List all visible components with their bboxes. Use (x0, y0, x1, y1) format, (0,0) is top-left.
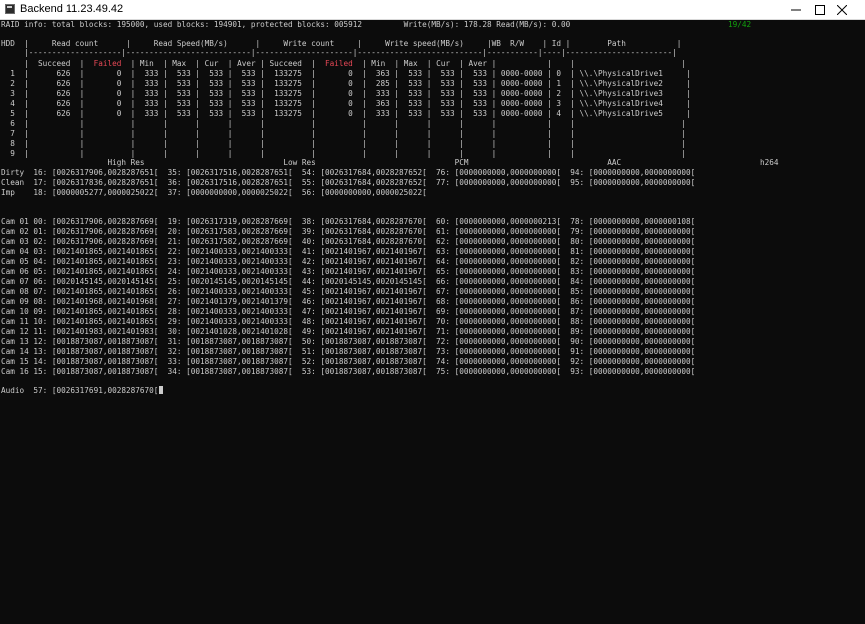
hdd-row: 5 | 626 | 0 | 333 | 533 | 533 | 533 | 13… (1, 109, 691, 118)
close-icon (837, 5, 847, 15)
audio-line: Audio 57: [0026317691,0028287670[ (1, 386, 164, 396)
cam-row: Cam 16 15: [0018873087,0018873087[ 34: [… (1, 367, 696, 376)
hdd-row: 1 | 626 | 0 | 333 | 533 | 533 | 533 | 13… (1, 69, 691, 78)
text-cursor (159, 386, 164, 394)
cam-row: Cam 14 13: [0018873087,0018873087[ 32: [… (1, 347, 696, 356)
hdd-row: 4 | 626 | 0 | 333 | 533 | 533 | 533 | 13… (1, 99, 691, 108)
subheader-part-1: | Succeed | (1, 59, 94, 68)
hdd-row: 6 | | | | | | | | | | | | | | | | (1, 119, 686, 128)
hdd-row: 3 | 626 | 0 | 333 | 533 | 533 | 533 | 13… (1, 89, 691, 98)
page-counter: 19/42 (728, 20, 752, 29)
cam-row: Cam 10 09: [0021401865,0021401865[ 28: [… (1, 307, 696, 316)
stream-row-clean: Clean 17: [0026317836,0028287651[ 36: [0… (1, 178, 696, 187)
cam-row: Cam 08 07: [0021401865,0021401865[ 26: [… (1, 287, 696, 296)
hdd-row: 8 | | | | | | | | | | | | | | | | (1, 139, 686, 148)
stream-header: High Res Low Res PCM AAC h264 (1, 158, 779, 167)
subheader-part-2: | Min | Max | Cur | Aver | Succeed | (121, 59, 326, 68)
cam-row: Cam 03 02: [0026317906,0028287669[ 21: [… (1, 237, 696, 246)
audio-text: Audio 57: [0026317691,0028287670[ (1, 386, 159, 395)
console-output[interactable]: RAID info: total blocks: 195000, used bl… (0, 20, 865, 624)
cam-row: Cam 02 01: [0026317906,0028287669[ 20: [… (1, 227, 696, 236)
cam-row: Cam 15 14: [0018873087,0018873087[ 33: [… (1, 357, 696, 366)
stream-row-imp: Imp 18: [0000005277,0000025022[ 37: [000… (1, 188, 427, 197)
cam-row: Cam 01 00: [0026317906,0028287669[ 19: [… (1, 217, 696, 226)
stream-row-dirty: Dirty 16: [0026317906,0028287651[ 35: [0… (1, 168, 696, 177)
cam-row: Cam 13 12: [0018873087,0018873087[ 31: [… (1, 337, 696, 346)
raid-info-line: RAID info: total blocks: 195000, used bl… (1, 20, 571, 29)
subheader-part-3: | Min | Max | Cur | Aver | | | | (352, 59, 687, 68)
hdd-table-subheader: | Succeed | Failed | Min | Max | Cur | A… (1, 59, 686, 69)
backend-window: Backend 11.23.49.42 RAID info: total blo… (0, 0, 865, 624)
hdd-table-divider: |--------------------|------------------… (1, 48, 677, 57)
hdd-row: 2 | 626 | 0 | 333 | 533 | 533 | 533 | 13… (1, 79, 691, 88)
hdd-row: 7 | | | | | | | | | | | | | | | | (1, 129, 686, 138)
cam-row: Cam 11 10: [0021401865,0021401865[ 29: [… (1, 317, 696, 326)
window-title: Backend 11.23.49.42 (20, 3, 124, 15)
title-bar[interactable]: Backend 11.23.49.42 (0, 0, 865, 20)
cam-row: Cam 06 05: [0021401865,0021401865[ 24: [… (1, 267, 696, 276)
close-button[interactable] (819, 0, 865, 19)
read-failed-header: Failed (93, 59, 122, 68)
write-failed-header: Failed (325, 59, 353, 68)
cam-row: Cam 07 06: [0020145145,0020145145[ 25: [… (1, 277, 696, 286)
cam-row: Cam 09 08: [0021401968,0021401968[ 27: [… (1, 297, 696, 306)
console-app-icon (5, 4, 15, 14)
cam-row: Cam 05 04: [0021401865,0021401865[ 23: [… (1, 257, 696, 266)
cam-row: Cam 04 03: [0021401865,0021401865[ 22: [… (1, 247, 696, 256)
cam-row: Cam 12 11: [0021401983,0021401983[ 30: [… (1, 327, 696, 336)
